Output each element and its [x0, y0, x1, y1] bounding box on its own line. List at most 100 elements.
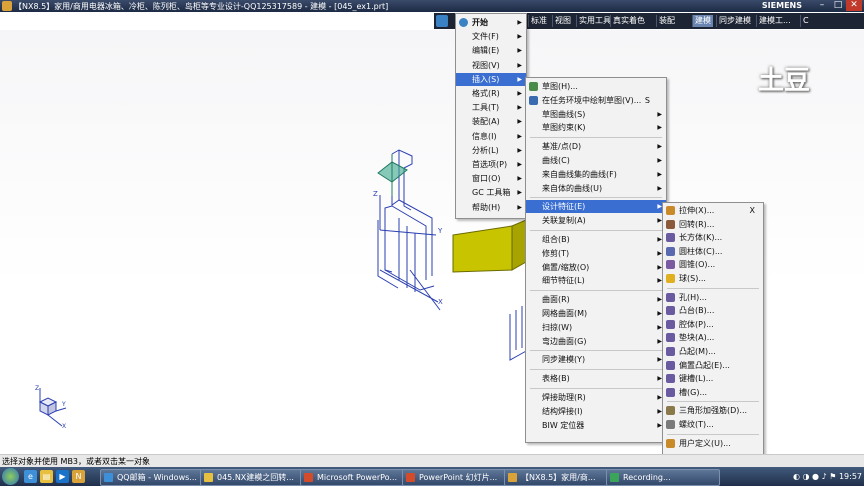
design-feature-item[interactable]: 三角形加强筋(D)...	[663, 404, 763, 417]
revolve-icon	[666, 219, 675, 229]
design-feature-item[interactable]: 用户定义(U)...	[663, 437, 763, 450]
windows-start-button[interactable]	[2, 468, 19, 485]
nx-quick-icon[interactable]: N	[72, 470, 85, 483]
insert-menu-item[interactable]: 在任务环境中绘制草图(V)... S	[526, 94, 666, 107]
tray-icons[interactable]: ◐ ◑ ● ♪ ⚑	[793, 472, 839, 481]
ie-icon[interactable]: e	[24, 470, 37, 483]
design-feature-item[interactable]: 凸台(B)...	[663, 304, 763, 317]
menu-item-label: BIW 定位器	[542, 420, 585, 430]
close-button[interactable]: ✕	[846, 0, 862, 11]
start-menu-item[interactable]: 插入(S) ▶	[456, 72, 526, 86]
start-menu-item[interactable]: 分析(L) ▶	[456, 144, 526, 157]
start-menu-item[interactable]: 文件(F) ▶	[456, 30, 526, 43]
taskbar-task[interactable]: Microsoft PowerPo...	[300, 469, 414, 486]
toolbar-tab[interactable]: 视图	[552, 15, 573, 27]
wire-base-edge	[384, 269, 435, 291]
insert-menu-item[interactable]: BIW 定位器 ▶	[526, 419, 666, 432]
design-feature-item[interactable]: 孔(H)...	[663, 291, 763, 304]
insert-menu-item[interactable]: 来自体的曲线(U) ▶	[526, 182, 666, 195]
insert-menu-item[interactable]: 偏置/缩放(O) ▶	[526, 261, 666, 274]
start-menu-item[interactable]: 编辑(E) ▶	[456, 44, 526, 57]
taskbar-task[interactable]: 【NX8.5】家用/商...	[504, 469, 618, 486]
media-player-icon[interactable]: ▶	[56, 470, 69, 483]
insert-menu-item[interactable]: 修剪(T) ▶	[526, 247, 666, 260]
toolbar-tab[interactable]: 建模工...	[756, 15, 793, 27]
emboss-icon	[666, 347, 675, 356]
insert-menu-item[interactable]: 关联复制(A) ▶	[526, 214, 666, 227]
insert-menu-item[interactable]: 曲线(C) ▶	[526, 154, 666, 167]
design-feature-item[interactable]: 凸起(M)...	[663, 345, 763, 358]
menu-separator	[530, 369, 662, 371]
design-feature-item[interactable]: 腔体(P)...	[663, 318, 763, 331]
sphere-icon	[666, 274, 675, 283]
design-feature-item[interactable]: 长方体(K)...	[663, 231, 763, 244]
insert-menu-item[interactable]: 组合(B) ▶	[526, 233, 666, 246]
design-feature-item[interactable]: 偏置凸起(E)...	[663, 359, 763, 372]
taskbar-task[interactable]: QQ邮箱 - Windows...	[100, 469, 214, 486]
taskbar-task[interactable]: 045.NX建模之回转...	[200, 469, 314, 486]
toolbar-tab[interactable]: C	[800, 15, 811, 27]
minimize-button[interactable]: –	[814, 0, 830, 11]
menu-item-label: 弯边曲面(G)	[542, 336, 587, 346]
menu-item-label: 腔体(P)...	[679, 319, 714, 329]
insert-menu-item[interactable]: 焊接助理(R) ▶	[526, 391, 666, 404]
solid-block-face	[452, 225, 513, 273]
insert-menu-item[interactable]: 扫掠(W) ▶	[526, 321, 666, 334]
wire-side-edge	[391, 205, 427, 280]
toolbar-tab[interactable]: 实用工具	[576, 15, 613, 27]
toolbar-tab[interactable]: 真实着色	[610, 15, 647, 27]
toolbar-tab[interactable]: 装配	[656, 15, 677, 27]
start-menu-item[interactable]: 视图(V) ▶	[456, 59, 526, 72]
start-menu-item[interactable]: 开始 ▶	[456, 16, 526, 29]
menu-item-label: 扫掠(W)	[542, 322, 573, 332]
insert-menu-item[interactable]: 草图约束(K) ▶	[526, 121, 666, 134]
explorer-icon[interactable]: ▤	[40, 470, 53, 483]
insert-menu-item[interactable]: 基准/点(D) ▶	[526, 140, 666, 153]
menu-item-label: 修剪(T)	[542, 248, 570, 258]
taskbar-task[interactable]: Recording...	[606, 469, 720, 486]
boss-icon	[666, 306, 675, 316]
taskbar-task[interactable]: PowerPoint 幻灯片...	[402, 469, 516, 486]
start-icon[interactable]	[436, 15, 448, 27]
insert-menu-item[interactable]: 设计特征(E) ▶	[526, 200, 666, 214]
design-feature-item[interactable]: 圆锥(O)...	[663, 258, 763, 271]
design-feature-item[interactable]: 圆柱体(C)...	[663, 245, 763, 258]
start-menu-item[interactable]: 信息(I) ▶	[456, 130, 526, 143]
insert-menu-item[interactable]: 同步建模(Y) ▶	[526, 353, 666, 366]
insert-menu-item[interactable]: 弯边曲面(G) ▶	[526, 335, 666, 348]
submenu-arrow-icon: ▶	[657, 110, 662, 118]
design-feature-item[interactable]: 回转(R)...	[663, 218, 763, 231]
triad-x-axis	[379, 269, 439, 303]
start-menu-item[interactable]: 格式(R) ▶	[456, 87, 526, 100]
toolbar-tab[interactable]: 建模	[692, 15, 713, 27]
toolbar-tab[interactable]: 同步建模	[716, 15, 753, 27]
insert-menu-item[interactable]: 草图(H)...	[526, 80, 666, 93]
menu-item-label: 球(S)...	[679, 274, 706, 283]
insert-menu-item[interactable]: 来自曲线集的曲线(F) ▶	[526, 168, 666, 181]
start-menu-item[interactable]: 工具(T) ▶	[456, 101, 526, 114]
menu-item-label: 同步建模(Y)	[542, 355, 586, 365]
submenu-arrow-icon: ▶	[657, 143, 662, 151]
insert-menu-item[interactable]: 草图曲线(S) ▶	[526, 108, 666, 121]
insert-menu-item[interactable]: 网格曲面(M) ▶	[526, 307, 666, 320]
design-feature-item[interactable]: 垫块(A)...	[663, 331, 763, 344]
design-feature-item[interactable]: 键槽(L)...	[663, 372, 763, 385]
insert-menu-item[interactable]: 表格(B) ▶	[526, 372, 666, 385]
menu-item-label: 回转(R)...	[679, 219, 715, 229]
design-feature-item[interactable]: 槽(G)...	[663, 386, 763, 399]
start-menu-item[interactable]: 首选项(P) ▶	[456, 158, 526, 171]
design-feature-item[interactable]: 球(S)...	[663, 272, 763, 285]
insert-menu-item[interactable]: 细节特征(L) ▶	[526, 274, 666, 287]
start-menu-item[interactable]: 装配(A) ▶	[456, 115, 526, 128]
menu-item-label: 编辑(E)	[472, 46, 500, 56]
start-menu-item[interactable]: 窗口(O) ▶	[456, 172, 526, 185]
design-feature-item[interactable]: 拉伸(X)... X	[663, 204, 763, 217]
menu-item-label: 圆柱体(C)...	[679, 246, 723, 256]
maximize-button[interactable]: □	[830, 0, 846, 11]
design-feature-item[interactable]: 螺纹(T)...	[663, 418, 763, 431]
toolbar-tab[interactable]: 标准	[528, 15, 549, 27]
insert-menu-item[interactable]: 结构焊接(I) ▶	[526, 405, 666, 418]
start-menu-item[interactable]: GC 工具箱 ▶	[456, 186, 526, 199]
insert-menu-item[interactable]: 曲面(R) ▶	[526, 293, 666, 306]
start-menu-item[interactable]: 帮助(H) ▶	[456, 201, 526, 214]
